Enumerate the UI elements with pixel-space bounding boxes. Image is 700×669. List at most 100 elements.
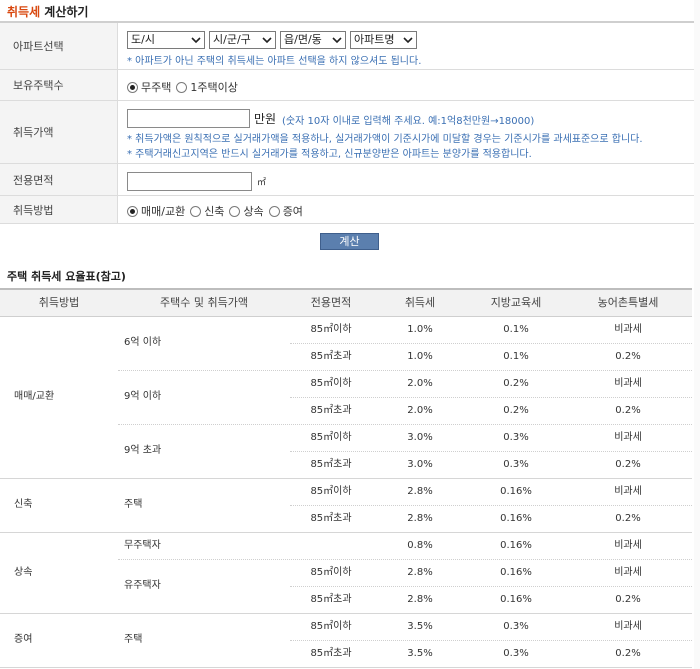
area-cell <box>290 532 372 559</box>
city-select-value: 시/군/구 <box>213 33 251 46</box>
acq-tax-cell: 3.0% <box>407 432 433 443</box>
area-cell: 85㎡초과 <box>310 459 352 470</box>
edu-tax-cell: 0.3% <box>503 621 529 632</box>
area-cell: 85㎡이하 <box>310 486 352 497</box>
acq-tax-cell: 2.0% <box>407 405 433 416</box>
rates-title: 주택 취득세 요율표(참고) <box>7 270 126 283</box>
chevron-down-icon <box>190 34 202 46</box>
radio-checked-icon <box>127 81 138 93</box>
apartment-body: 도/시 시/군/구 읍/면/동 아파트명 * 아파트가 아닌 주택의 취득세는 … <box>127 23 700 69</box>
chevron-down-icon <box>331 34 343 46</box>
scrollbar[interactable] <box>694 0 700 669</box>
header-acq-tax: 취득세 <box>404 296 436 309</box>
houses-label: 보유주택수 <box>0 70 118 100</box>
area-cell: 85㎡초과 <box>310 513 352 524</box>
area-row: 전용면적 ㎡ <box>0 164 700 196</box>
price-hint: (숫자 10자 이내로 입력해 주세요. 예:1억8천만원→18000) <box>282 116 535 127</box>
acq-tax-cell: 2.8% <box>407 567 433 578</box>
price-label: 취득가액 <box>0 101 118 163</box>
rural-tax-cell: 0.2% <box>615 648 641 659</box>
rural-tax-cell: 0.2% <box>615 513 641 524</box>
method-body: 매매/교환 신축 상속 증여 <box>127 196 700 223</box>
method-option-trade[interactable]: 매매/교환 <box>127 203 185 219</box>
price-note-2: * 주택거래신고지역은 반드시 실거래가를 적용하고, 신규분양받은 아파트는 … <box>127 149 532 160</box>
rates-table-header: 취득방법 주택수 및 취득가액 전용면적 취득세 지방교육세 농어촌특별세 <box>0 290 692 317</box>
edu-tax-cell: 0.16% <box>500 567 532 578</box>
houses-option-none[interactable]: 무주택 <box>127 79 171 95</box>
apartment-name-select-value: 아파트명 <box>354 33 395 46</box>
area-unit: ㎡ <box>257 178 267 188</box>
area-cell: 85㎡이하 <box>310 432 352 443</box>
radio-unchecked-icon <box>268 205 280 217</box>
area-cell: 85㎡이하 <box>310 378 352 389</box>
method-option-inherit-label: 상속 <box>243 205 264 218</box>
radio-unchecked-icon <box>176 81 188 93</box>
header-edu-tax: 지방교육세 <box>490 296 542 309</box>
area-cell: 85㎡초과 <box>310 351 352 362</box>
edu-tax-cell: 0.2% <box>503 405 529 416</box>
houses-row: 보유주택수 무주택 1주택이상 <box>0 70 700 101</box>
calculate-button[interactable]: 계산 <box>320 233 379 250</box>
price-row: 취득가액 만원 (숫자 10자 이내로 입력해 주세요. 예:1억8천만원→18… <box>0 101 700 164</box>
houses-price-cell: 주택 <box>124 634 143 645</box>
acq-tax-cell: 2.8% <box>407 486 433 497</box>
acq-tax-cell: 0.8% <box>407 540 433 551</box>
town-select-value: 읍/면/동 <box>284 33 322 46</box>
houses-body: 무주택 1주택이상 <box>127 70 700 100</box>
price-unit: 만원 <box>254 112 277 126</box>
method-option-inherit[interactable]: 상속 <box>229 203 264 219</box>
method-option-gift-label: 증여 <box>282 205 303 218</box>
province-select[interactable]: 도/시 <box>127 31 205 49</box>
rural-tax-cell: 0.2% <box>615 459 641 470</box>
edu-tax-cell: 0.3% <box>503 432 529 443</box>
houses-price-cell: 6억 이하 <box>124 337 162 348</box>
houses-option-one-plus[interactable]: 1주택이상 <box>176 79 238 95</box>
edu-tax-cell: 0.16% <box>500 540 532 551</box>
page-title: 취득세 계산하기 <box>7 3 88 20</box>
houses-price-cell: 유주택자 <box>124 580 161 591</box>
city-select[interactable]: 시/군/구 <box>209 31 276 49</box>
method-option-gift[interactable]: 증여 <box>268 203 303 219</box>
acq-tax-cell: 3.5% <box>407 621 433 632</box>
price-input[interactable] <box>127 109 250 128</box>
chevron-down-icon <box>402 34 414 46</box>
method-cell: 증여 <box>14 634 33 645</box>
edu-tax-cell: 0.3% <box>503 648 529 659</box>
acq-tax-cell: 1.0% <box>407 324 433 335</box>
houses-price-cell: 9억 초과 <box>124 445 162 456</box>
method-label: 취득방법 <box>0 196 118 223</box>
apartment-name-select[interactable]: 아파트명 <box>350 31 417 49</box>
method-cell: 매매/교환 <box>14 391 55 402</box>
chevron-down-icon <box>261 34 273 46</box>
method-option-new-build[interactable]: 신축 <box>190 203 224 219</box>
method-option-trade-label: 매매/교환 <box>141 205 186 218</box>
header-area: 전용면적 <box>310 296 352 309</box>
rural-tax-cell: 0.2% <box>615 405 641 416</box>
acq-tax-cell: 2.8% <box>407 513 433 524</box>
price-note-1: * 취득가액은 원칙적으로 실거래가액을 적용하나, 실거래가액이 기준시가에 … <box>127 134 643 145</box>
edu-tax-cell: 0.2% <box>503 378 529 389</box>
town-select[interactable]: 읍/면/동 <box>280 31 346 49</box>
area-input[interactable] <box>127 172 252 191</box>
area-label: 전용면적 <box>0 164 118 195</box>
header-method: 취득방법 <box>38 296 80 309</box>
area-cell: 85㎡이하 <box>310 567 352 578</box>
rural-tax-cell: 비과세 <box>614 567 642 578</box>
rural-tax-cell: 비과세 <box>614 324 642 335</box>
method-row: 취득방법 매매/교환 신축 상속 증여 <box>0 196 700 224</box>
title-highlight: 취득세 <box>7 5 41 19</box>
radio-unchecked-icon <box>190 205 202 217</box>
rural-tax-cell: 비과세 <box>614 378 642 389</box>
area-body: ㎡ <box>127 164 700 195</box>
area-cell: 85㎡이하 <box>310 324 352 335</box>
row-divider <box>0 667 692 668</box>
houses-price-cell: 주택 <box>124 499 143 510</box>
header-houses-price: 주택수 및 취득가액 <box>160 296 248 309</box>
province-select-value: 도/시 <box>131 33 155 46</box>
method-cell: 상속 <box>14 567 33 578</box>
header-rural-tax: 농어촌특별세 <box>597 296 659 309</box>
edu-tax-cell: 0.1% <box>503 324 529 335</box>
area-cell: 85㎡초과 <box>310 648 352 659</box>
method-radio-group: 매매/교환 신축 상속 증여 <box>127 203 308 219</box>
houses-radio-group: 무주택 1주택이상 <box>127 79 243 95</box>
